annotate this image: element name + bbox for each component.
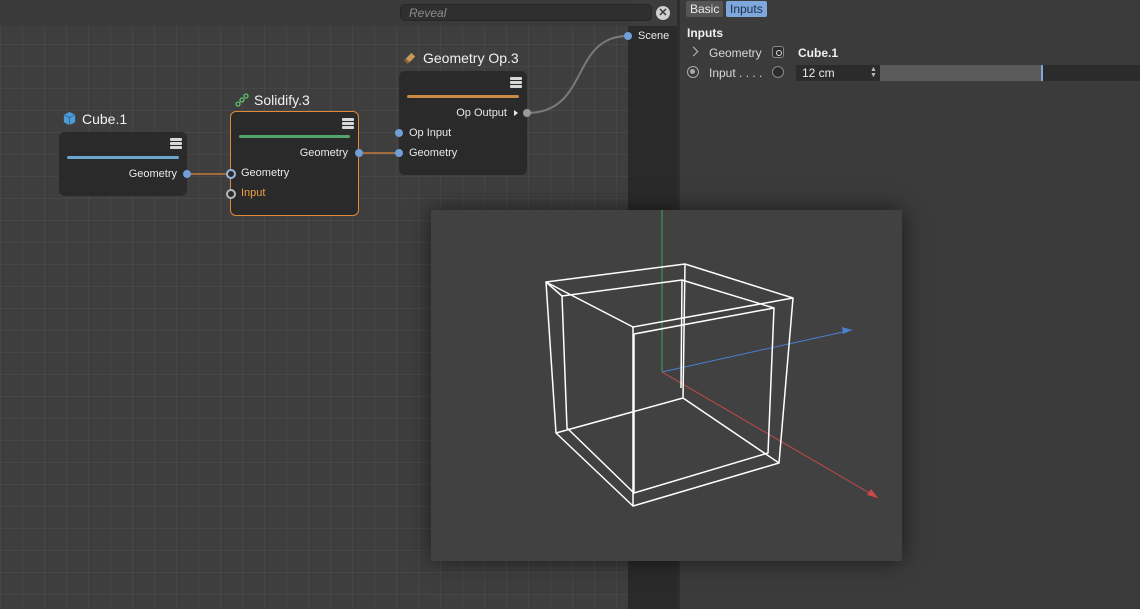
input-slider[interactable]	[880, 65, 1140, 81]
geometry-op-input-geometry-port[interactable]	[395, 149, 403, 157]
geometry-op-node-title[interactable]: Geometry Op.3	[403, 50, 519, 68]
solidify-node[interactable]: Geometry Geometry Input	[230, 111, 359, 216]
link-icon[interactable]	[772, 46, 784, 58]
scene-label: Scene	[638, 30, 670, 42]
scene-input-port[interactable]	[624, 32, 632, 40]
z-axis-line	[661, 329, 853, 373]
expand-arrow-icon[interactable]	[514, 110, 518, 116]
cube-node-label: Cube.1	[82, 111, 128, 127]
geometry-op-input-op-port[interactable]	[395, 129, 403, 137]
geometry-op-input-geometry-label: Geometry	[409, 147, 458, 159]
z-axis-arrow	[842, 327, 852, 334]
tab-basic[interactable]: Basic	[686, 1, 724, 17]
cube-node-title[interactable]: Cube.1	[62, 111, 127, 129]
geometry-op-icon	[403, 50, 418, 68]
solidify-node-accent-bar	[239, 135, 350, 138]
menu-icon[interactable]	[170, 138, 182, 149]
solidified-cube-wireframe	[545, 263, 794, 507]
input-slider-handle[interactable]	[1041, 65, 1044, 81]
geometry-op-node[interactable]: Op Output Op Input Geometry	[399, 71, 527, 175]
solidify-input-geometry-port[interactable]	[226, 169, 236, 179]
cube-node[interactable]: Geometry	[59, 132, 187, 196]
input-value-field[interactable]: 12 cm	[796, 65, 880, 81]
input-slider-fill	[880, 65, 1042, 81]
geometry-op-output-port[interactable]	[523, 109, 531, 117]
solidify-icon	[235, 93, 249, 110]
solidify-input-input-port[interactable]	[226, 189, 236, 199]
solidify-node-title[interactable]: Solidify.3	[235, 92, 310, 110]
geometry-op-node-label: Geometry Op.3	[423, 50, 519, 66]
spinner-arrows-icon[interactable]: ▲ ▼	[870, 66, 877, 79]
cube-output-port[interactable]	[183, 170, 191, 178]
wire-geometry-op-to-scene	[526, 35, 629, 114]
solidify-output-port[interactable]	[355, 149, 363, 157]
solidify-input-input-label: Input	[241, 187, 266, 199]
cube-icon	[62, 111, 77, 129]
cube-node-accent-bar	[67, 156, 179, 159]
viewport-render	[545, 210, 879, 507]
geometry-attr-label: Geometry	[709, 46, 762, 60]
tab-inputs[interactable]: Inputs	[726, 1, 767, 17]
viewport-3d[interactable]	[431, 210, 902, 561]
keyframe-icon[interactable]	[772, 66, 784, 78]
input-attr-label: Input . . . .	[709, 66, 763, 80]
geometry-op-output-label: Op Output	[456, 107, 507, 119]
geometry-op-input-op-label: Op Input	[409, 127, 452, 139]
geometry-op-node-accent-bar	[407, 95, 519, 98]
cube-output-geometry-label: Geometry	[128, 168, 177, 180]
solidify-node-label: Solidify.3	[254, 92, 310, 108]
x-axis-arrow	[867, 489, 878, 498]
solidify-input-geometry-label: Geometry	[241, 167, 290, 179]
menu-icon[interactable]	[342, 118, 354, 129]
animation-radio-icon[interactable]	[687, 66, 699, 78]
solidify-output-geometry-label: Geometry	[299, 147, 348, 159]
geometry-attr-value[interactable]: Cube.1	[798, 46, 838, 60]
inputs-section-title: Inputs	[687, 26, 723, 40]
menu-icon[interactable]	[510, 77, 522, 88]
